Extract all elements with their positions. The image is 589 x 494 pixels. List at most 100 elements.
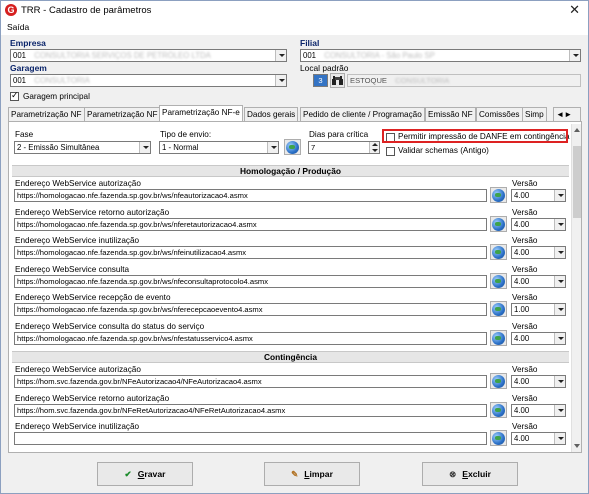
versao-label: Versão (512, 422, 538, 431)
ws-label: Endereço WebService consulta (15, 264, 130, 274)
garagem-principal-checkbox[interactable] (10, 90, 19, 101)
ws-globe-button[interactable] (490, 430, 507, 446)
versao-select[interactable]: 1.00 (511, 303, 566, 316)
versao-value: 4.00 (514, 434, 530, 443)
scroll-thumb[interactable] (573, 146, 581, 218)
ws-url-input[interactable]: https://homologacao.nfe.fazenda.sp.gov.b… (14, 274, 487, 288)
garagem-select[interactable]: 001 CONSULTORIA (10, 74, 287, 87)
menu-bar: Saída (1, 21, 588, 35)
main-window: G TRR - Cadastro de parâmetros ✕ Saída E… (0, 0, 589, 494)
chevron-down-icon (554, 404, 565, 416)
versao-select[interactable]: 4.00 (511, 331, 566, 345)
ws-globe-button[interactable] (490, 272, 507, 289)
excluir-button[interactable]: ⊗ Excluir (422, 462, 518, 486)
globe-icon (492, 303, 505, 316)
filial-code: 001 (303, 51, 317, 60)
tipo-envio-label: Tipo de envio: (160, 130, 212, 139)
chevron-down-icon (554, 376, 565, 387)
ws-url-input[interactable]: https://hom.svc.fazenda.gov.br/NFeRetAut… (14, 403, 487, 417)
scroll-down-icon[interactable] (574, 444, 580, 448)
validar-schemas-checkbox[interactable] (386, 147, 395, 156)
versao-select[interactable]: 4.00 (511, 432, 566, 445)
ws-url-input[interactable]: https://homologacao.nfe.fazenda.sp.gov.b… (14, 217, 487, 231)
ws-globe-button[interactable] (490, 373, 507, 389)
menu-item-saida[interactable]: Saída (7, 22, 29, 32)
tab-emissao-nf[interactable]: Emissão NF (425, 107, 476, 121)
tab-comissoes[interactable]: Comissões (476, 107, 523, 121)
local-padrao-label: Local padrão (300, 63, 349, 73)
close-icon[interactable]: ✕ (569, 2, 580, 18)
chevron-down-icon (554, 190, 565, 201)
gravar-button[interactable]: ✔ Gravar (97, 462, 193, 486)
ws-url-input[interactable]: https://homologacao.nfe.fazenda.sp.gov.b… (14, 331, 487, 345)
ws-url-input[interactable]: https://homologacao.nfe.fazenda.sp.gov.b… (14, 189, 487, 202)
globe-icon (492, 432, 505, 445)
vertical-scrollbar[interactable] (571, 124, 581, 452)
versao-value: 4.00 (514, 377, 530, 386)
filial-select[interactable]: 001 CONSULTORIA - São Paulo SP (300, 49, 581, 62)
empresa-name: CONSULTORIA SERVIÇOS DE PETRÓLEO LTDA (34, 51, 211, 60)
tab-pedido-cliente[interactable]: Pedido de cliente / Programação (300, 107, 425, 121)
dias-critica-input[interactable]: 7 (308, 141, 380, 154)
fase-select[interactable]: 2 - Emissão Simultânea (14, 141, 151, 154)
versao-select[interactable]: 4.00 (511, 375, 566, 388)
versao-select[interactable]: 4.00 (511, 274, 566, 288)
ws-globe-button[interactable] (490, 187, 507, 203)
versao-select[interactable]: 4.00 (511, 246, 566, 259)
versao-select[interactable]: 4.00 (511, 217, 566, 231)
binoculars-button[interactable] (330, 73, 345, 88)
chevron-down-icon (554, 247, 565, 258)
versao-label: Versão (512, 179, 538, 188)
versao-value: 4.00 (514, 276, 530, 286)
fase-label: Fase (15, 130, 34, 139)
tab-strip: Parametrização NF Parametrização NF Para… (8, 105, 582, 122)
filial-label: Filial (300, 38, 320, 48)
ws-globe-button[interactable] (490, 215, 507, 232)
chevron-down-icon (554, 304, 565, 315)
ws-url-input[interactable]: https://homologacao.nfe.fazenda.sp.gov.b… (14, 246, 487, 259)
ws-url-input[interactable] (14, 432, 487, 445)
tab-simp[interactable]: Simp (522, 107, 547, 121)
versao-value: 4.00 (514, 248, 530, 257)
limpar-button[interactable]: ✎ Limpar (264, 462, 360, 486)
ws-globe-button[interactable] (490, 329, 507, 346)
homologacao-header: Homologação / Produção (12, 165, 569, 177)
local-padrao-name-field: ESTOQUE CONSULTORIA (347, 74, 581, 87)
app-logo-icon: G (5, 4, 17, 16)
versao-value: 4.00 (514, 191, 530, 200)
ws-globe-button[interactable] (490, 244, 507, 260)
ws-url-input[interactable]: https://homologacao.nfe.fazenda.sp.gov.b… (14, 303, 487, 316)
chevron-down-icon (554, 218, 565, 230)
window-title: TRR - Cadastro de parâmetros (21, 5, 152, 16)
tab-parametrizacao-nfe[interactable]: Parametrização NF-e (159, 105, 243, 122)
tab-scroll-arrows[interactable]: ◄► (553, 107, 581, 121)
tipo-envio-select[interactable]: 1 - Normal (159, 141, 279, 154)
tab-dados-gerais[interactable]: Dados gerais (244, 107, 299, 121)
versao-select[interactable]: 4.00 (511, 403, 566, 417)
versao-value: 1.00 (514, 305, 530, 314)
globe-icon (492, 274, 505, 288)
versao-label: Versão (512, 236, 538, 245)
versao-label: Versão (512, 321, 538, 331)
local-padrao-code[interactable]: 3 (313, 74, 328, 87)
tipo-envio-value: 1 - Normal (162, 143, 199, 152)
ws-globe-button[interactable] (490, 301, 507, 317)
globe-icon (492, 375, 505, 388)
tab-parametrizacao-nf-1[interactable]: Parametrização NF (8, 107, 85, 121)
dias-critica-label: Dias para crítica (309, 130, 369, 139)
empresa-select[interactable]: 001 CONSULTORIA SERVIÇOS DE PETRÓLEO LTD… (10, 49, 287, 62)
versao-label: Versão (512, 365, 538, 374)
spinner-icon[interactable] (369, 142, 379, 153)
scroll-up-icon[interactable] (574, 128, 580, 132)
tipo-envio-globe-button[interactable] (284, 139, 301, 155)
ws-label: Endereço WebService autorização (15, 365, 141, 374)
tab-parametrizacao-nf-2[interactable]: Parametrização NF (84, 107, 161, 121)
versao-select[interactable]: 4.00 (511, 189, 566, 202)
ws-url-input[interactable]: https://hom.svc.fazenda.gov.br/NFeAutori… (14, 375, 487, 388)
ws-globe-button[interactable] (490, 401, 507, 418)
garagem-principal-label: Garagem principal (23, 92, 90, 101)
empresa-label: Empresa (10, 38, 46, 48)
chevron-down-icon (139, 142, 150, 153)
garagem-name: CONSULTORIA (34, 76, 90, 85)
versao-value: 4.00 (514, 333, 530, 343)
